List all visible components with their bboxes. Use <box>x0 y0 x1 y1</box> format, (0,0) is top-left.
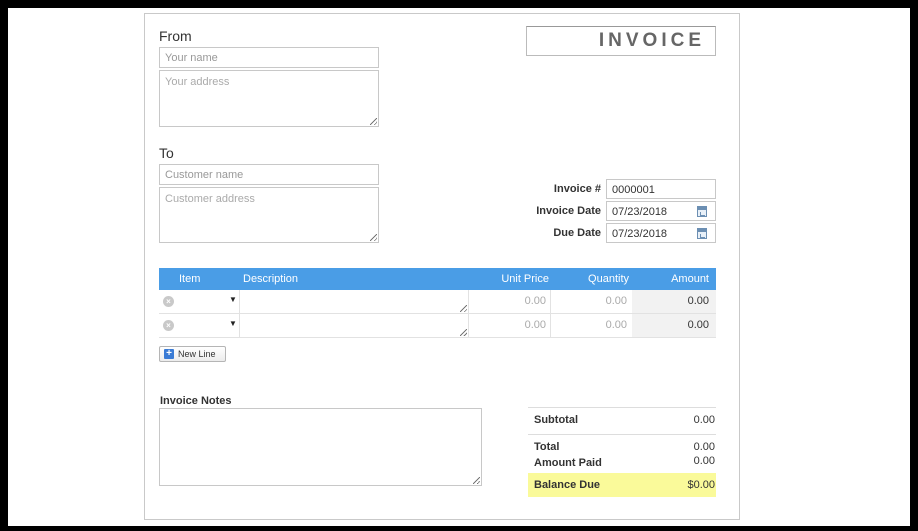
unit-price-input[interactable]: 0.00 <box>525 319 546 331</box>
customer-address-placeholder: Customer address <box>165 193 255 205</box>
column-header-unit-price: Unit Price <box>501 273 549 285</box>
resize-grip-icon[interactable] <box>473 477 480 484</box>
unit-price-input[interactable]: 0.00 <box>525 295 546 307</box>
remove-row-icon[interactable]: × <box>163 296 174 307</box>
row-amount: 0.00 <box>632 314 716 337</box>
description-textarea[interactable] <box>239 290 469 313</box>
calendar-icon[interactable] <box>697 228 707 239</box>
totals-divider <box>528 407 716 408</box>
cell-divider <box>550 314 551 337</box>
from-heading: From <box>159 28 192 44</box>
quantity-input[interactable]: 0.00 <box>606 319 627 331</box>
totals-divider <box>528 434 716 435</box>
calendar-icon[interactable] <box>697 206 707 217</box>
customer-address-textarea[interactable]: Customer address <box>159 187 379 243</box>
plus-icon: + <box>164 349 174 359</box>
items-table-header: Item Description Unit Price Quantity Amo… <box>159 268 716 290</box>
resize-grip-icon[interactable] <box>460 329 467 336</box>
invoice-number-input[interactable]: 0000001 <box>606 179 716 199</box>
column-header-description: Description <box>243 273 299 285</box>
from-name-input[interactable]: Your name <box>159 47 379 68</box>
invoice-date-label: Invoice Date <box>536 205 601 217</box>
resize-grip-icon[interactable] <box>370 118 377 125</box>
subtotal-label: Subtotal <box>534 414 578 426</box>
subtotal-value: 0.00 <box>693 414 715 426</box>
resize-grip-icon[interactable] <box>370 234 377 241</box>
total-value: 0.00 <box>693 441 715 453</box>
column-header-quantity: Quantity <box>588 273 629 285</box>
from-address-placeholder: Your address <box>165 76 230 88</box>
column-header-amount: Amount <box>671 273 709 285</box>
invoice-notes-textarea[interactable] <box>159 408 482 486</box>
amount-paid-value: 0.00 <box>693 455 715 467</box>
remove-row-icon[interactable]: × <box>163 320 174 331</box>
invoice-sheet: From Your name Your address To Customer … <box>144 13 740 520</box>
row-amount: 0.00 <box>632 290 716 313</box>
chevron-down-icon[interactable]: ▼ <box>229 295 237 304</box>
new-line-label: New Line <box>178 349 216 359</box>
due-date-label: Due Date <box>553 227 601 239</box>
total-label: Total <box>534 441 560 453</box>
invoice-date-value: 07/23/2018 <box>612 206 668 218</box>
due-date-value: 07/23/2018 <box>612 228 668 240</box>
due-date-input[interactable]: 07/23/2018 <box>606 223 716 243</box>
balance-due-value: $0.00 <box>687 479 715 491</box>
table-row: × ▼ 0.00 0.00 0.00 <box>159 290 716 314</box>
cell-divider <box>550 290 551 313</box>
from-address-textarea[interactable]: Your address <box>159 70 379 127</box>
chevron-down-icon[interactable]: ▼ <box>229 319 237 328</box>
quantity-input[interactable]: 0.00 <box>606 295 627 307</box>
new-line-button[interactable]: + New Line <box>159 346 226 362</box>
amount-paid-label: Amount Paid <box>534 457 602 469</box>
description-textarea[interactable] <box>239 314 469 337</box>
column-header-item: Item <box>179 273 201 285</box>
invoice-number-label: Invoice # <box>553 183 601 195</box>
balance-due-label: Balance Due <box>534 479 601 491</box>
invoice-title[interactable]: INVOICE <box>526 26 716 56</box>
page-background: From Your name Your address To Customer … <box>8 8 910 526</box>
invoice-date-input[interactable]: 07/23/2018 <box>606 201 716 221</box>
resize-grip-icon[interactable] <box>460 305 467 312</box>
customer-name-input[interactable]: Customer name <box>159 164 379 185</box>
table-row: × ▼ 0.00 0.00 0.00 <box>159 314 716 338</box>
to-heading: To <box>159 145 174 161</box>
invoice-notes-label: Invoice Notes <box>160 395 232 407</box>
